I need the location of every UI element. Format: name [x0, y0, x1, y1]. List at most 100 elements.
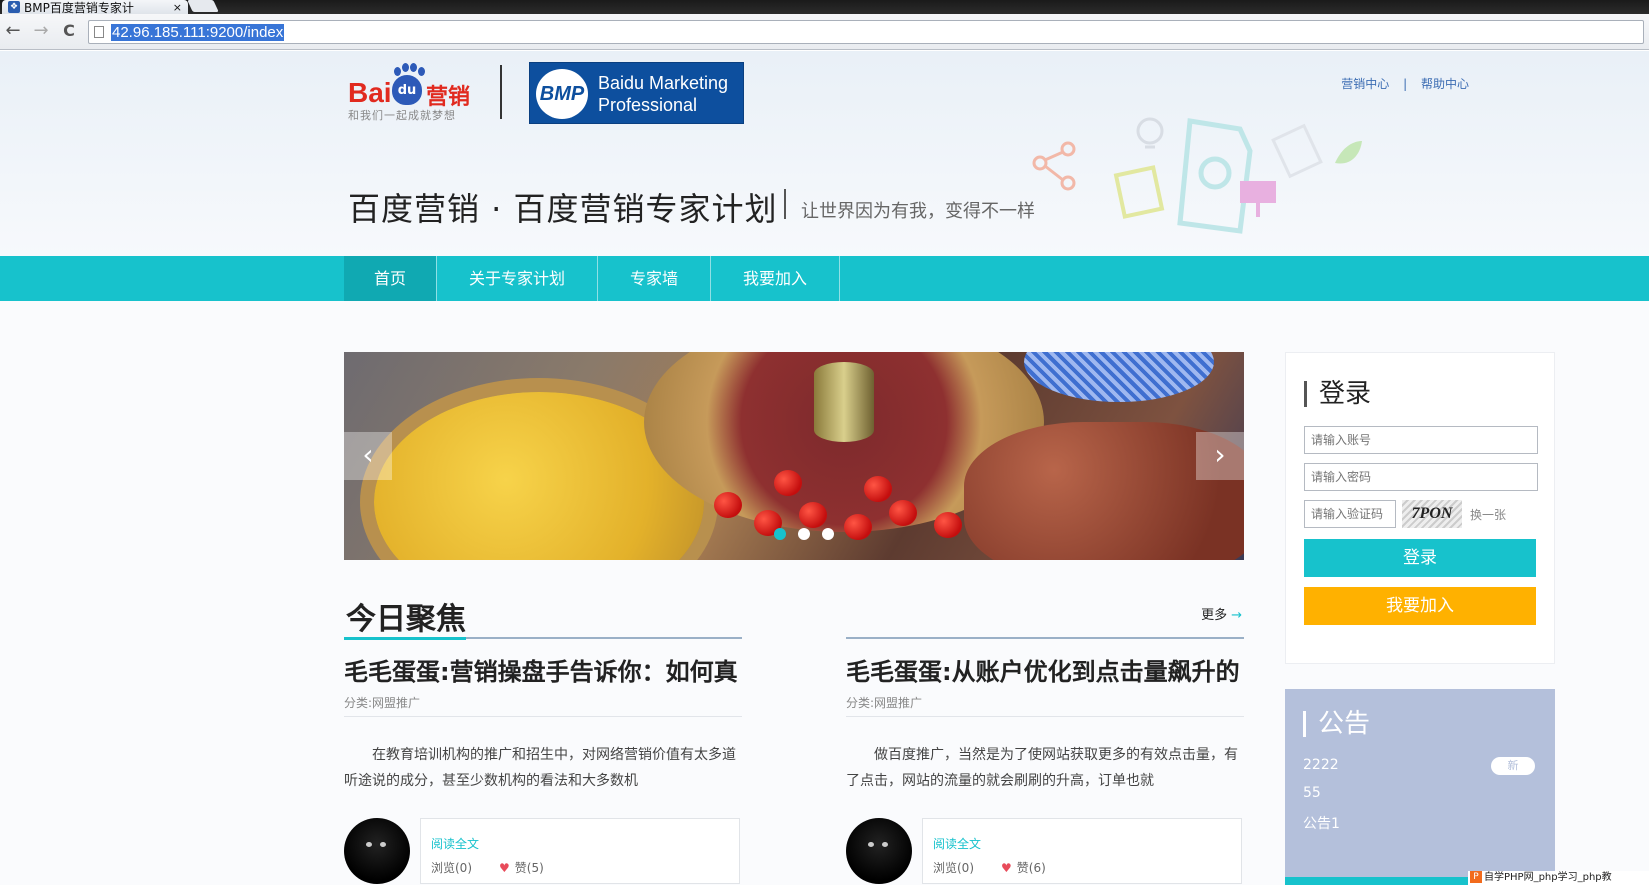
logo-text-du: du [392, 75, 422, 105]
username-input[interactable] [1304, 426, 1538, 454]
paw-icon [394, 63, 425, 76]
browser-toolbar: ← → C 42.96.185.111:9200/index [0, 14, 1649, 50]
notice-item[interactable]: 55 [1303, 785, 1321, 801]
arrow-right-icon: → [1231, 608, 1242, 623]
nav-about-plan[interactable]: 关于专家计划 [437, 256, 599, 301]
notice-item[interactable]: 2222 [1303, 757, 1339, 773]
notice-panel: 公告 2222 新 55 公告1 [1285, 689, 1555, 885]
join-button[interactable]: 我要加入 [1304, 587, 1536, 625]
captcha-image[interactable]: 7PON [1402, 500, 1462, 528]
article-card: 毛毛蛋蛋:从账户优化到点击量飙升的 分类:网盟推广 做百度推广，当然是为了使网站… [846, 652, 1244, 885]
bmp-line1: Baidu Marketing [598, 73, 729, 93]
note-icon [1271, 123, 1323, 179]
address-bar[interactable]: 42.96.185.111:9200/index [88, 20, 1644, 44]
site-header: Bai du 营销 和我们一起成就梦想 BMP Baidu Marketing … [0, 51, 1649, 256]
article-card: 毛毛蛋蛋:营销操盘手告诉你：如何真 分类:网盟推广 在教育培训机构的推广和招生中… [344, 652, 742, 885]
new-tab-button[interactable] [187, 0, 219, 12]
article-meta: 阅读全文 浏览(0) ♥ 赞(5) [420, 818, 740, 884]
article-divider [344, 716, 742, 717]
carousel-prev-button[interactable]: ‹ [344, 432, 392, 480]
logo-text-bai: Bai [348, 77, 392, 108]
notice-item[interactable]: 公告1 [1303, 813, 1340, 833]
php-logo-icon: P [1470, 871, 1482, 883]
carousel-dot-2[interactable] [798, 528, 810, 540]
captcha-refresh-link[interactable]: 换一张 [1470, 506, 1506, 523]
tab-close-icon[interactable]: × [173, 1, 182, 14]
link-marketing-center[interactable]: 营销中心 [1341, 77, 1389, 91]
read-more-link[interactable]: 阅读全文 [431, 835, 479, 852]
top-links: 营销中心 | 帮助中心 [1336, 75, 1474, 92]
like-count: 赞(5) [514, 861, 544, 875]
view-count: 浏览(0) [933, 861, 974, 875]
reload-icon[interactable]: C [58, 20, 80, 42]
bmp-logo[interactable]: BMP Baidu Marketing Professional [529, 62, 744, 124]
new-badge: 新 [1491, 757, 1535, 775]
main-nav: 首页 关于专家计划 专家墙 我要加入 [0, 256, 1649, 301]
carousel-dots [774, 528, 834, 540]
lightbulb-icon [1136, 117, 1164, 149]
browser-tab[interactable]: ❖ BMP百度营销专家计 × [2, 0, 188, 15]
more-label: 更多 [1201, 608, 1228, 623]
edit-icon [1113, 165, 1165, 219]
logo-slogan: 和我们一起成就梦想 [348, 109, 456, 122]
forward-arrow-icon[interactable]: → [30, 20, 52, 42]
focus-divider-accent [344, 637, 466, 640]
back-arrow-icon[interactable]: ← [2, 20, 24, 42]
profile-document-icon [1177, 118, 1253, 234]
image-carousel[interactable]: ‹ › [344, 352, 1244, 560]
focus-divider-right [846, 637, 1244, 639]
password-input[interactable] [1304, 463, 1538, 491]
share-icon [1032, 141, 1076, 191]
article-meta: 阅读全文 浏览(0) ♥ 赞(6) [922, 818, 1242, 884]
author-avatar[interactable] [846, 818, 912, 884]
article-excerpt: 做百度推广，当然是为了使网站获取更多的有效点击量，有了点击，网站的流量的就会刷刷… [846, 747, 1238, 789]
site-title: 百度营销 · 百度营销专家计划 [348, 190, 778, 228]
captcha-input[interactable] [1304, 500, 1396, 528]
article-category: 分类:网盟推广 [344, 696, 421, 710]
like-button[interactable]: ♥ 赞(5) [499, 859, 544, 876]
page-icon [94, 26, 104, 38]
like-count: 赞(6) [1016, 861, 1046, 875]
carousel-dot-3[interactable] [822, 528, 834, 540]
presentation-icon [1240, 181, 1276, 217]
read-more-link[interactable]: 阅读全文 [933, 835, 981, 852]
site-slogan: 让世界因为有我，变得不一样 [801, 201, 1035, 222]
bmp-line2: Professional [598, 95, 698, 115]
logo-divider [500, 65, 502, 119]
article-divider [846, 716, 1244, 717]
link-separator: | [1403, 77, 1408, 91]
leaf-icon [1335, 141, 1362, 164]
carousel-next-button[interactable]: › [1196, 432, 1244, 480]
login-title: 登录 [1304, 381, 1371, 407]
article-excerpt: 在教育培训机构的推广和招生中，对网络营销价值有太多道听途说的成分，甚至少数机构的… [344, 747, 736, 789]
header-decoration-icons [1032, 117, 1362, 234]
title-divider [784, 189, 786, 219]
article-title[interactable]: 毛毛蛋蛋:从账户优化到点击量飙升的 [846, 652, 1244, 687]
address-url[interactable]: 42.96.185.111:9200/index [111, 24, 285, 41]
notice-title: 公告 [1303, 711, 1370, 737]
paw-favicon-icon: ❖ [8, 1, 20, 13]
author-avatar[interactable] [344, 818, 410, 884]
nav-join[interactable]: 我要加入 [711, 256, 841, 301]
carousel-dot-1[interactable] [774, 528, 786, 540]
article-title[interactable]: 毛毛蛋蛋:营销操盘手告诉你：如何真 [344, 652, 742, 687]
more-link[interactable]: 更多 → [1201, 604, 1242, 623]
site-watermark: P 自学PHP网_php学习_php教 [1468, 871, 1649, 885]
login-panel: 登录 7PON 换一张 登录 我要加入 [1285, 352, 1555, 664]
heart-icon: ♥ [1001, 861, 1012, 875]
watermark-text: 自学PHP网_php学习_php教 [1484, 872, 1612, 883]
focus-header: 今日聚焦 更多 → [344, 594, 1244, 637]
nav-home[interactable]: 首页 [344, 256, 438, 301]
article-category: 分类:网盟推广 [846, 696, 923, 710]
view-count: 浏览(0) [431, 861, 472, 875]
like-button[interactable]: ♥ 赞(6) [1001, 859, 1046, 876]
focus-title: 今日聚焦 [346, 602, 466, 637]
login-button[interactable]: 登录 [1304, 539, 1536, 577]
nav-expert-wall[interactable]: 专家墙 [598, 256, 712, 301]
heart-icon: ♥ [499, 861, 510, 875]
page: Bai du 营销 和我们一起成就梦想 BMP Baidu Marketing … [0, 51, 1649, 885]
bmp-badge: BMP [536, 69, 588, 119]
browser-tab-bar: ❖ BMP百度营销专家计 × [0, 0, 1649, 15]
link-help-center[interactable]: 帮助中心 [1421, 77, 1469, 91]
baidu-marketing-logo[interactable]: Bai du 营销 和我们一起成就梦想 [348, 63, 488, 123]
